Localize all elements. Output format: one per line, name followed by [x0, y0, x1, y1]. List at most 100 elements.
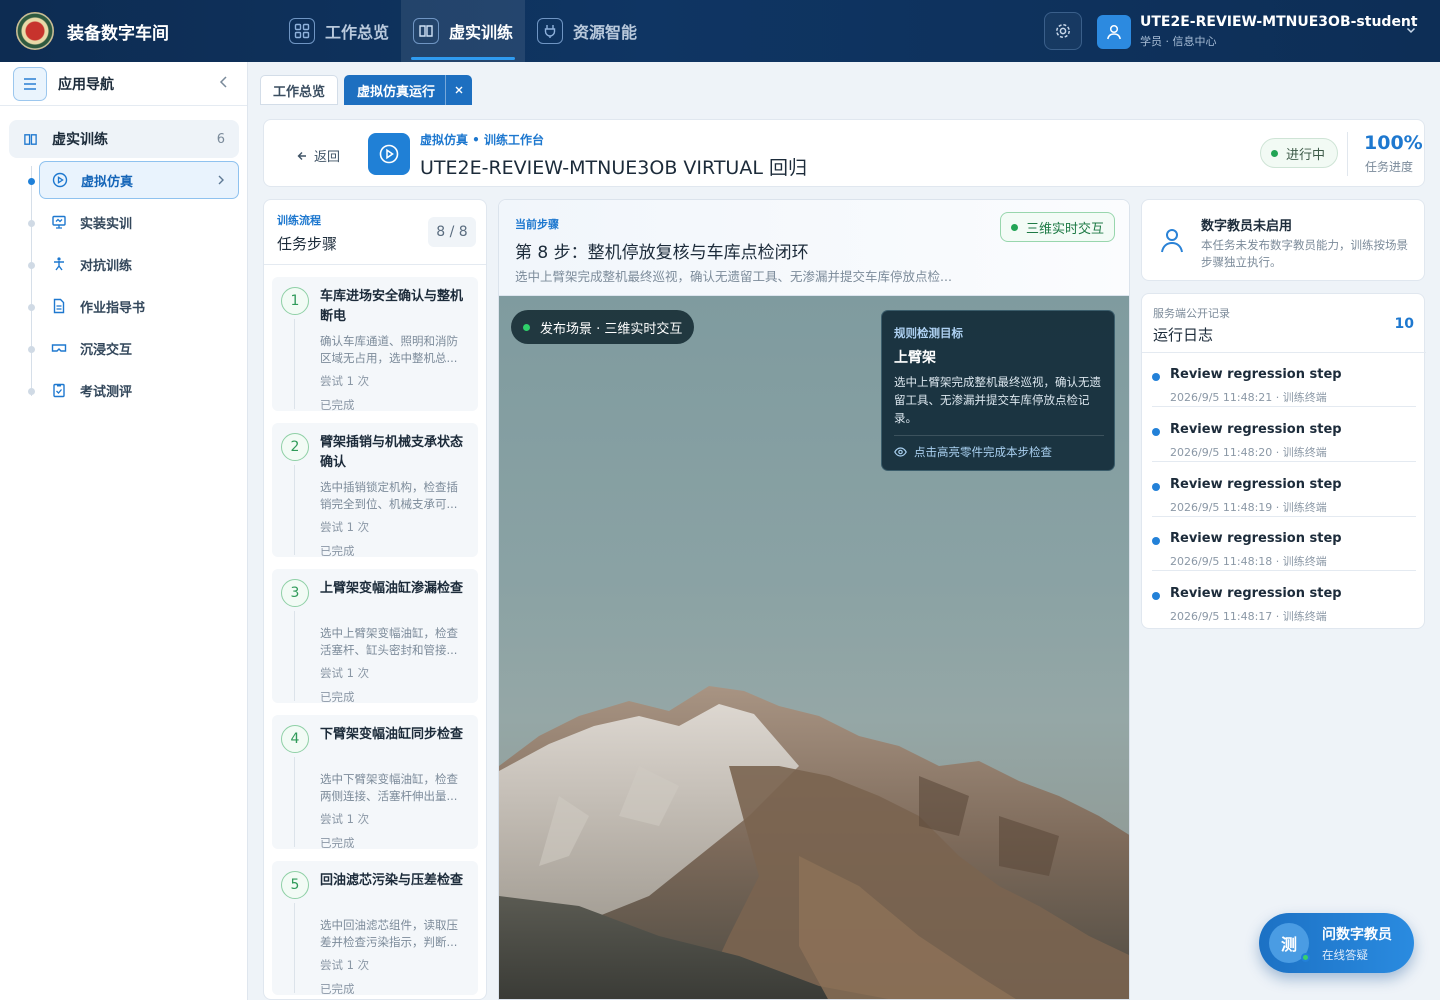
step-status: 已完成 [320, 544, 355, 558]
log-message: Review regression step [1170, 586, 1342, 601]
step-title: 回油滤芯污染与压差检查 [320, 873, 464, 888]
top-bar: 装备数字车间 工作总览 虚实训练 资源智能 UTE2E-REVIEW-MTNUE… [0, 0, 1440, 62]
settings-button[interactable] [1044, 12, 1082, 50]
chevron-right-icon [218, 175, 224, 185]
tutor-title: 数字教员未启用 [1201, 219, 1293, 234]
step-attempts: 尝试 1 次 [320, 374, 370, 388]
top-nav-resources[interactable]: 资源智能 [525, 0, 649, 62]
grid-icon [289, 18, 315, 44]
log-bullet [1152, 592, 1160, 600]
sidebar-item-label: 作业指导书 [80, 300, 146, 316]
log-message: Review regression step [1170, 531, 1342, 546]
page-title: UTE2E-REVIEW-MTNUE3OB VIRTUAL 回归 [420, 157, 807, 179]
scene-badge: 发布场景 · 三维实时交互 [511, 310, 695, 344]
log-meta: 2026/9/5 11:48:21 · 训练终端 [1170, 391, 1327, 404]
status-badge: 进行中 [1260, 138, 1339, 168]
step-number: 3 [281, 579, 309, 607]
app-logo [16, 12, 54, 50]
sidebar-group-training[interactable]: 虚实训练 6 [9, 120, 239, 158]
log-meta: 2026/9/5 11:48:19 · 训练终端 [1170, 501, 1327, 514]
step-card[interactable]: 1 车库进场安全确认与整机断电 确认车库通道、照明和消防区域无占用，选中整机总.… [272, 277, 478, 412]
3d-viewport[interactable]: 发布场景 · 三维实时交互 规则检测目标 上臂架 选中上臂架完成整机最终巡视，确… [499, 296, 1129, 999]
sidebar-item-label: 考试测评 [80, 384, 133, 400]
top-nav-overview[interactable]: 工作总览 [277, 0, 401, 62]
sidebar-group-label: 虚实训练 [52, 132, 108, 148]
step-desc: 选中下臂架变幅油缸，检查两侧连接、活塞杆伸出量... [320, 772, 458, 803]
tab-overview[interactable]: 工作总览 [260, 75, 339, 105]
top-nav-training-label: 虚实训练 [449, 23, 514, 42]
step-desc: 确认车库通道、照明和消防区域无占用，选中整机总... [320, 334, 458, 365]
chevron-down-icon[interactable] [1405, 24, 1417, 36]
status-dot [1010, 223, 1018, 231]
target-tooltip: 规则检测目标 上臂架 选中上臂架完成整机最终巡视，确认无遗留工具、无渗漏并提交车… [881, 310, 1115, 471]
log-bullet [1152, 428, 1160, 436]
gear-icon [1056, 24, 1070, 38]
tab-virtual-run[interactable]: 虚拟仿真运行 [344, 75, 473, 105]
sidebar-item-confrontation[interactable]: 对抗训练 [39, 245, 239, 283]
ask-tutor-button[interactable]: 测 问数字教员 在线答疑 [1259, 913, 1414, 973]
logs-kicker: 服务端公开记录 [1153, 307, 1230, 320]
status-dot [1271, 149, 1278, 157]
sidebar-item-immersive[interactable]: 沉浸交互 [39, 329, 239, 367]
sidebar-header: 应用导航 [0, 62, 247, 106]
play-circle-icon [52, 172, 68, 188]
step-title: 下臂架变幅油缸同步检查 [320, 727, 464, 742]
step-card[interactable]: 5 回油滤芯污染与压差检查 选中回油滤芯组件，读取压差并检查污染指示，判断...… [272, 861, 478, 996]
progress-value: 100% [1364, 132, 1423, 154]
step-number: 5 [281, 871, 309, 899]
close-icon[interactable] [445, 75, 471, 105]
user-menu[interactable]: UTE2E-REVIEW-MTNUE3OB-student 学员 · 信息中心 [1097, 14, 1418, 49]
step-card[interactable]: 3 上臂架变幅油缸渗漏检查 选中上臂架变幅油缸，检查活塞杆、缸头密封和管接...… [272, 569, 478, 704]
tree-dot [28, 346, 35, 353]
back-button[interactable]: 返回 [296, 146, 340, 165]
log-message: Review regression step [1170, 367, 1342, 382]
log-item: Review regression step 2026/9/5 11:48:19… [1152, 462, 1416, 517]
step-card[interactable]: 2 臂架插销与机械支承状态确认 选中插销锁定机构，检查插销完全到位、机械支承可.… [272, 423, 478, 558]
avatar [1097, 14, 1131, 49]
step-title: 上臂架变幅油缸渗漏检查 [320, 581, 464, 596]
steps-panel: 训练流程 任务步骤 8 / 8 1 车库进场安全确认与整机断电 确认车库通道、照… [263, 199, 487, 1000]
steps-title: 任务步骤 [277, 235, 338, 253]
document-icon [51, 298, 67, 314]
user-icon [1154, 222, 1190, 258]
sidebar-item-exam[interactable]: 考试测评 [39, 371, 239, 409]
scene-panel: 当前步骤 第 8 步：整机停放复核与车库点检闭环 选中上臂架完成整机最终巡视，确… [498, 199, 1130, 1000]
digital-tutor-card: 数字教员未启用 本任务未发布数字教员能力，训练按场景步骤独立执行。 [1141, 199, 1425, 281]
step-card[interactable]: 4 下臂架变幅油缸同步检查 选中下臂架变幅油缸，检查两侧连接、活塞杆伸出量...… [272, 715, 478, 850]
log-item: Review regression step 2026/9/5 11:48:20… [1152, 407, 1416, 462]
tab-label: 工作总览 [273, 84, 326, 100]
log-meta: 2026/9/5 11:48:17 · 训练终端 [1170, 610, 1327, 623]
step-attempts: 尝试 1 次 [320, 520, 370, 534]
step-number: 4 [281, 725, 309, 753]
vr-icon [51, 340, 67, 356]
logs-count: 10 [1394, 316, 1414, 332]
step-attempts: 尝试 1 次 [320, 958, 370, 972]
step-number: 1 [281, 287, 309, 315]
top-nav-training[interactable]: 虚实训练 [401, 0, 526, 62]
sidebar-item-virtual-sim[interactable]: 虚拟仿真 [39, 161, 239, 199]
tree-dot [28, 262, 35, 269]
realtime-badge: 三维实时交互 [999, 212, 1115, 242]
sidebar-item-label: 沉浸交互 [80, 342, 133, 358]
logs-title: 运行日志 [1153, 326, 1214, 344]
menu-button[interactable] [13, 66, 47, 101]
book-icon [413, 18, 440, 44]
menu-icon [24, 77, 36, 90]
sidebar-item-hands-on[interactable]: 实装实训 [39, 203, 239, 241]
current-step-header: 当前步骤 第 8 步：整机停放复核与车库点检闭环 选中上臂架完成整机最终巡视，确… [499, 200, 1129, 296]
scene-badge-label: 发布场景 · 三维实时交互 [540, 321, 683, 337]
figure-icon [51, 256, 67, 272]
current-step-desc: 选中上臂架完成整机最终巡视，确认无遗留工具、无渗漏并提交车库停放点检... [515, 269, 952, 284]
tree-line [31, 166, 32, 396]
log-meta: 2026/9/5 11:48:18 · 训练终端 [1170, 555, 1327, 568]
eye-icon [894, 447, 907, 457]
log-message: Review regression step [1170, 477, 1342, 492]
realtime-label: 三维实时交互 [1025, 221, 1104, 237]
highlight-part-link[interactable]: 点击高亮零件完成本步检查 [894, 444, 1052, 460]
tree-dot [28, 304, 35, 311]
step-desc: 选中插销锁定机构，检查插销完全到位、机械支承可... [320, 480, 458, 511]
sidebar-item-guide[interactable]: 作业指导书 [39, 287, 239, 325]
task-header: 返回 虚拟仿真 • 训练工作台 UTE2E-REVIEW-MTNUE3OB VI… [263, 119, 1425, 187]
chevron-left-icon[interactable] [218, 75, 230, 89]
log-item: Review regression step 2026/9/5 11:48:21… [1152, 352, 1416, 407]
